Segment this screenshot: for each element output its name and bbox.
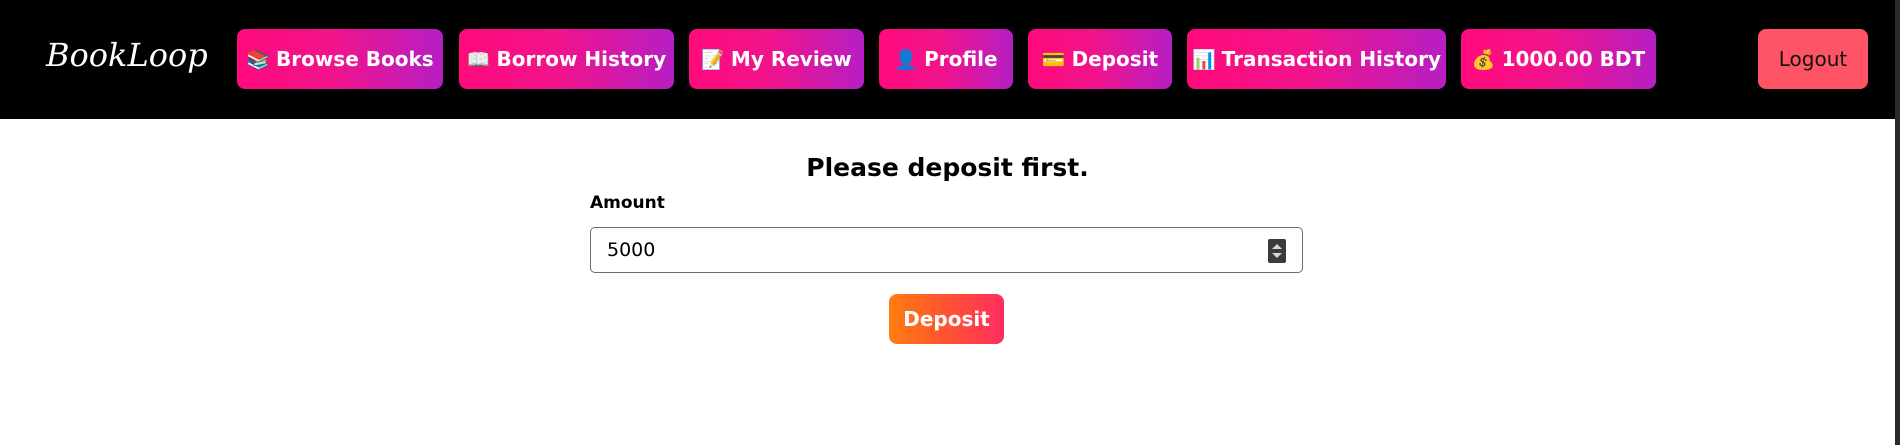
nav-browse-books-label: Browse Books	[275, 47, 434, 71]
nav-borrow-history-label: Borrow History	[496, 47, 667, 71]
logo-text: BookLoop	[45, 36, 208, 74]
user-icon: 👤	[894, 48, 919, 71]
logout-button[interactable]: Logout	[1758, 29, 1868, 89]
balance-label: 1000.00 BDT	[1501, 47, 1646, 71]
nav-deposit-button[interactable]: 💳 Deposit	[1028, 29, 1172, 89]
nav-borrow-history-button[interactable]: 📖 Borrow History	[459, 29, 674, 89]
credit-card-icon: 💳	[1041, 48, 1066, 71]
memo-icon: 📝	[701, 48, 725, 71]
nav-deposit-label: Deposit	[1071, 47, 1159, 71]
bar-chart-icon: 📊	[1191, 48, 1216, 71]
number-stepper[interactable]	[1268, 239, 1286, 263]
amount-label: Amount	[590, 193, 665, 213]
deposit-submit-button[interactable]: Deposit	[889, 294, 1004, 344]
nav-my-review-button[interactable]: 📝 My Review	[689, 29, 864, 89]
money-bag-icon: 💰	[1471, 48, 1496, 71]
nav-transaction-history-label: Transaction History	[1221, 47, 1442, 71]
page-title: Please deposit first.	[806, 153, 1089, 182]
balance-button[interactable]: 💰 1000.00 BDT	[1461, 29, 1656, 89]
nav-browse-books-button[interactable]: 📚 Browse Books	[237, 29, 443, 89]
top-navbar: BookLoop 📚 Browse Books 📖 Borrow History…	[0, 0, 1895, 119]
nav-profile-button[interactable]: 👤 Profile	[879, 29, 1013, 89]
nav-profile-label: Profile	[924, 47, 998, 71]
nav-my-review-label: My Review	[730, 47, 852, 71]
stepper-up-icon[interactable]	[1272, 244, 1282, 249]
books-icon: 📚	[246, 48, 270, 71]
bookloop-logo[interactable]: BookLoop	[44, 30, 214, 86]
open-book-icon: 📖	[466, 48, 491, 71]
page-scrollbar[interactable]	[1895, 0, 1900, 445]
amount-value[interactable]: 5000	[607, 239, 655, 261]
amount-input[interactable]: 5000	[590, 227, 1303, 273]
stepper-down-icon[interactable]	[1272, 253, 1282, 258]
nav-transaction-history-button[interactable]: 📊 Transaction History	[1187, 29, 1446, 89]
